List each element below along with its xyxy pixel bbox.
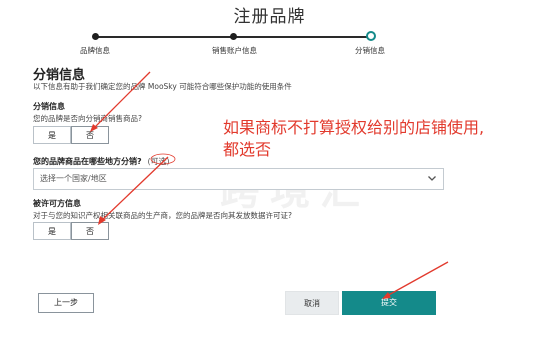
annotation-line-1: 如果商标不打算授权给别的店铺使用, [223,118,485,137]
back-button[interactable]: 上一步 [38,293,94,313]
submit-button[interactable]: 提交 [342,291,436,315]
country-select[interactable]: 选择一个国家/地区 [33,168,444,190]
annotation-line-2: 都选否 [223,140,272,159]
country-select-placeholder: 选择一个国家/地区 [40,174,107,183]
section-description: 以下信息有助于我们确定您的品牌 MooSky 可能符合哪些保护功能的使用条件 [33,82,292,91]
q3-option-yes[interactable]: 是 [33,222,71,240]
page-title: 注册品牌 [233,7,306,27]
q3-description: 对于与您的知识产权相关联商品的生产商，您的品牌是否向其发放数据许可证? [33,211,292,220]
q3-option-no[interactable]: 否 [71,222,109,240]
q3-title: 被许可方信息 [33,199,81,208]
q2-optional-tag: (可选) [147,157,170,166]
step-label-3: 分销信息 [355,46,385,55]
chevron-down-icon [428,176,436,181]
cancel-button[interactable]: 取消 [285,291,339,315]
q2-title-text: 您的品牌商品在哪些地方分销? [33,157,142,166]
q1-option-yes[interactable]: 是 [33,126,71,144]
q1-title: 分销信息 [33,102,65,111]
step-label-1: 品牌信息 [80,46,110,55]
step-dot-1 [92,33,99,40]
step-label-2: 销售账户信息 [212,46,257,55]
q1-description: 您的品牌是否向分销商销售商品? [33,114,142,123]
step-dot-3 [366,31,376,41]
q1-option-no[interactable]: 否 [71,126,109,144]
step-dot-2 [230,33,237,40]
q2-title: 您的品牌商品在哪些地方分销? (可选) [33,156,170,167]
